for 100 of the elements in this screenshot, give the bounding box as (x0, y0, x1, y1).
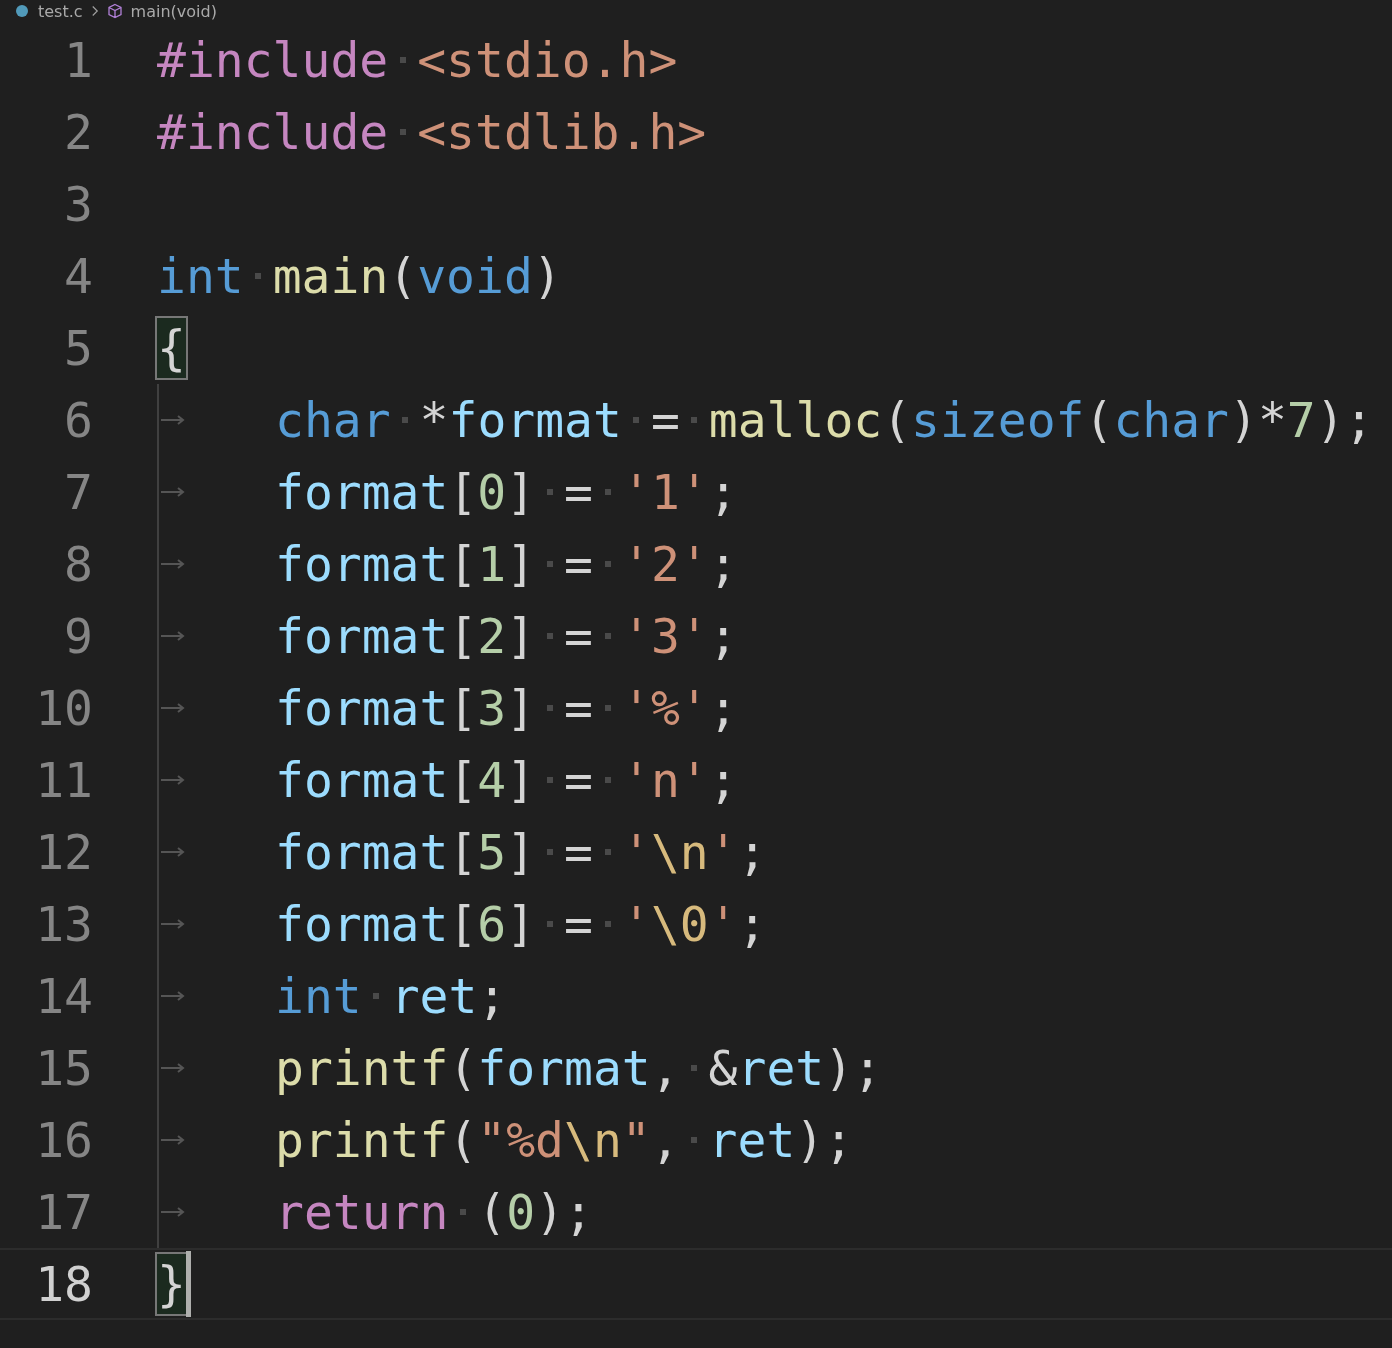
punctuation: ); (824, 1044, 882, 1092)
line-number: 8 (63, 536, 93, 592)
tab-arrow-icon (160, 558, 186, 570)
punctuation: ( (448, 1044, 478, 1092)
line-number: 12 (34, 824, 93, 880)
identifier: format (275, 756, 449, 804)
punctuation: ( (388, 252, 418, 300)
tab-arrow-icon (160, 414, 186, 426)
tab-arrow-icon (160, 486, 186, 498)
breadcrumb-item[interactable]: test.c (38, 1, 83, 21)
punctuation: = (650, 396, 680, 444)
punctuation: ] (506, 900, 536, 948)
punctuation: ( (448, 1116, 478, 1164)
line-number: 14 (34, 968, 93, 1024)
punctuation: ; (737, 900, 767, 948)
tab-arrow-icon (160, 1134, 186, 1146)
punctuation: = (564, 540, 593, 588)
string-literal: "%d (477, 1116, 564, 1164)
number-literal: 2 (477, 612, 507, 660)
punctuation: ; (708, 612, 738, 660)
punctuation: [ (448, 540, 478, 588)
punctuation: ); (795, 1116, 854, 1164)
punctuation: [ (448, 828, 478, 876)
identifier: format (275, 828, 449, 876)
string-literal: ' (708, 900, 738, 948)
number-literal: 4 (477, 756, 507, 804)
string-literal: ' (708, 828, 738, 876)
number-literal: 0 (477, 468, 507, 516)
number-literal: 0 (506, 1188, 536, 1236)
line-number: 4 (63, 248, 93, 304)
punctuation: * (419, 396, 449, 444)
punctuation: ] (506, 756, 536, 804)
escape-sequence: \n (564, 1116, 622, 1164)
number-literal: 5 (477, 828, 507, 876)
line-number: 2 (63, 104, 93, 160)
identifier: format (275, 900, 449, 948)
punctuation: [ (448, 468, 478, 516)
punctuation: & (708, 1044, 738, 1092)
chevron-icon (90, 5, 99, 17)
string-literal: '%' (622, 684, 709, 732)
identifier: ret (390, 972, 478, 1020)
identifier: format (477, 1044, 651, 1092)
punctuation: ); (1315, 396, 1374, 444)
punctuation: ( (477, 1188, 507, 1236)
punctuation: [ (448, 684, 478, 732)
identifier: format (448, 396, 622, 444)
string-literal: '1' (622, 468, 709, 516)
string-literal: <stdio.h> (417, 36, 678, 84)
string-literal: '3' (622, 612, 709, 660)
string-literal: ' (622, 828, 651, 876)
number-literal: 7 (1286, 396, 1316, 444)
line-number: 10 (34, 680, 93, 736)
breadcrumb-item[interactable]: main(void) (130, 1, 217, 21)
punctuation: = (564, 468, 593, 516)
function-name: main (272, 252, 389, 300)
line-number: 17 (34, 1184, 93, 1240)
line-number: 1 (63, 32, 93, 88)
identifier: ret (708, 1116, 796, 1164)
line-number: 16 (34, 1112, 93, 1168)
escape-sequence: \0 (650, 900, 709, 948)
keyword: return (275, 1188, 449, 1236)
punctuation: ); (535, 1188, 593, 1236)
punctuation: , (650, 1116, 680, 1164)
punctuation: , (650, 1044, 680, 1092)
number-literal: 3 (477, 684, 507, 732)
tab-arrow-icon (160, 918, 186, 930)
line-number: 11 (34, 752, 93, 808)
identifier: format (275, 468, 449, 516)
string-literal: 'n' (622, 756, 709, 804)
tab-arrow-icon (160, 1206, 186, 1218)
punctuation: = (564, 828, 593, 876)
tab-arrow-icon (160, 846, 186, 858)
line-number: 3 (63, 176, 93, 232)
line-number: 6 (63, 392, 93, 448)
keyword: void (417, 252, 533, 300)
preprocessor-directive: #include (157, 36, 389, 84)
cube-icon (106, 3, 123, 19)
file-icon (14, 3, 30, 19)
punctuation: { (157, 318, 186, 378)
punctuation: ] (506, 612, 536, 660)
preprocessor-directive: #include (157, 108, 389, 156)
punctuation: ( (1084, 396, 1114, 444)
tab-arrow-icon (160, 630, 186, 642)
identifier: format (275, 684, 449, 732)
punctuation: ; (708, 684, 738, 732)
identifier: format (275, 540, 449, 588)
line-number: 13 (34, 896, 93, 952)
punctuation: = (564, 684, 593, 732)
punctuation: } (157, 1254, 186, 1314)
tab-arrow-icon (160, 1062, 186, 1074)
punctuation: ; (477, 972, 507, 1020)
number-literal: 6 (477, 900, 507, 948)
string-literal: " (621, 1116, 651, 1164)
string-literal: ' (622, 900, 651, 948)
tab-arrow-icon (160, 702, 186, 714)
punctuation: [ (448, 612, 478, 660)
punctuation: ( (882, 396, 912, 444)
keyword: char (1113, 396, 1229, 444)
punctuation: [ (448, 756, 478, 804)
punctuation: = (564, 900, 593, 948)
